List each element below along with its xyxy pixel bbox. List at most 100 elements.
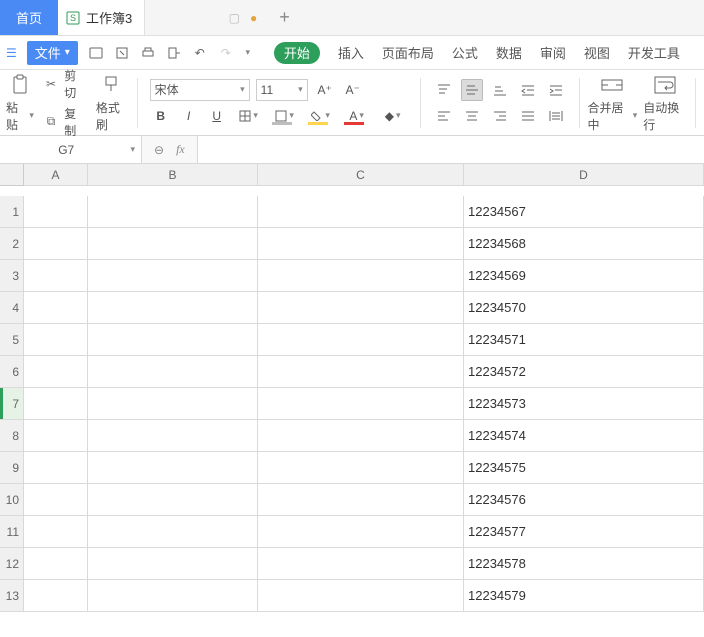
cell[interactable] [24, 548, 88, 580]
font-size-select[interactable]: 11▾ [256, 79, 308, 101]
formula-input[interactable] [197, 136, 704, 163]
column-header[interactable]: B [88, 164, 258, 186]
row-header[interactable]: 12 [0, 548, 24, 580]
ribbon-tab-review[interactable]: 审阅 [540, 43, 566, 62]
align-left-button[interactable] [433, 105, 455, 127]
cell[interactable]: 12234573 [464, 388, 704, 420]
row-header[interactable]: 7 [0, 388, 24, 420]
clear-format-button[interactable]: ◆▾ [378, 105, 408, 127]
tab-preview-icon[interactable]: ▢ [229, 11, 240, 25]
ribbon-tab-formulas[interactable]: 公式 [452, 43, 478, 62]
bold-button[interactable]: B [150, 105, 172, 127]
borders-button[interactable]: ▾ [234, 105, 264, 127]
cell[interactable] [24, 260, 88, 292]
tab-new[interactable]: + [265, 0, 304, 35]
row-header[interactable]: 1 [0, 196, 24, 228]
align-top-button[interactable] [433, 79, 455, 101]
cell[interactable]: 12234574 [464, 420, 704, 452]
align-bottom-button[interactable] [489, 79, 511, 101]
align-center-button[interactable] [461, 105, 483, 127]
cell[interactable]: 12234568 [464, 228, 704, 260]
cell[interactable] [258, 516, 464, 548]
cell[interactable] [88, 260, 258, 292]
print-icon[interactable] [140, 45, 156, 61]
spreadsheet-grid[interactable]: ABCD112234567212234568312234569412234570… [0, 164, 704, 612]
cell[interactable]: 12234577 [464, 516, 704, 548]
cell[interactable] [24, 516, 88, 548]
row-header[interactable]: 13 [0, 580, 24, 612]
merge-center-button[interactable]: 合并居中▾ [587, 73, 637, 133]
font-color-button[interactable]: A▾ [342, 105, 372, 127]
cell[interactable] [258, 196, 464, 228]
column-header[interactable]: A [24, 164, 88, 186]
cell[interactable]: 12234569 [464, 260, 704, 292]
align-middle-button[interactable] [461, 79, 483, 101]
cell[interactable] [258, 452, 464, 484]
row-header[interactable]: 8 [0, 420, 24, 452]
copy-icon[interactable]: ⧉ [44, 114, 58, 130]
cell[interactable] [258, 420, 464, 452]
ribbon-tab-dev[interactable]: 开发工具 [628, 43, 680, 62]
cell[interactable] [24, 356, 88, 388]
row-header[interactable]: 3 [0, 260, 24, 292]
cut-icon[interactable]: ✂ [44, 76, 58, 92]
cell[interactable] [24, 196, 88, 228]
cell[interactable] [88, 484, 258, 516]
paste-button[interactable]: 粘贴▾ [6, 73, 34, 133]
underline-button[interactable]: U [206, 105, 228, 127]
justify-button[interactable] [517, 105, 539, 127]
fx-icon[interactable]: fx [176, 142, 185, 157]
cell[interactable] [258, 580, 464, 612]
row-header[interactable]: 4 [0, 292, 24, 324]
select-all-corner[interactable] [0, 164, 24, 186]
column-header[interactable]: C [258, 164, 464, 186]
cell[interactable] [24, 388, 88, 420]
align-right-button[interactable] [489, 105, 511, 127]
caret-down-icon[interactable]: ▾ [130, 144, 135, 155]
app-menu-icon[interactable]: ☰ [6, 46, 17, 60]
qa-more-icon[interactable]: ▾ [240, 45, 256, 61]
name-box-input[interactable] [6, 143, 126, 157]
tab-home[interactable]: 首页 [0, 0, 58, 35]
row-header[interactable]: 6 [0, 356, 24, 388]
fill-color-button[interactable]: ▾ [306, 105, 336, 127]
cell[interactable] [88, 548, 258, 580]
copy-label[interactable]: 复制 [64, 105, 86, 139]
row-header[interactable]: 9 [0, 452, 24, 484]
ribbon-tab-data[interactable]: 数据 [496, 43, 522, 62]
cell[interactable] [88, 356, 258, 388]
export-icon[interactable] [166, 45, 182, 61]
cell[interactable]: 12234570 [464, 292, 704, 324]
decrease-font-button[interactable]: A⁻ [342, 79, 364, 101]
italic-button[interactable]: I [178, 105, 200, 127]
cell[interactable] [88, 452, 258, 484]
cut-label[interactable]: 剪切 [64, 67, 86, 101]
cell[interactable] [88, 196, 258, 228]
cell[interactable] [88, 228, 258, 260]
cell[interactable] [258, 548, 464, 580]
undo-icon[interactable]: ↶ [192, 45, 208, 61]
save-icon[interactable] [88, 45, 104, 61]
cell[interactable] [258, 260, 464, 292]
decrease-indent-button[interactable] [517, 79, 539, 101]
format-painter-button[interactable]: 格式刷 [96, 73, 129, 133]
wrap-text-button[interactable]: 自动换行 [643, 73, 687, 133]
cell[interactable]: 12234567 [464, 196, 704, 228]
cell[interactable]: 12234576 [464, 484, 704, 516]
print-preview-icon[interactable] [114, 45, 130, 61]
cell[interactable] [24, 228, 88, 260]
cell[interactable] [258, 388, 464, 420]
cell[interactable] [258, 356, 464, 388]
cell[interactable] [24, 420, 88, 452]
cell[interactable] [88, 580, 258, 612]
cell[interactable] [24, 452, 88, 484]
cell[interactable]: 12234579 [464, 580, 704, 612]
tab-workbook[interactable]: S 工作簿3 [58, 0, 145, 35]
name-box[interactable]: ▾ [0, 136, 142, 163]
ribbon-tab-start[interactable]: 开始 [274, 42, 320, 64]
cell[interactable]: 12234578 [464, 548, 704, 580]
ribbon-tab-view[interactable]: 视图 [584, 43, 610, 62]
cancel-formula-icon[interactable]: ⊖ [154, 143, 164, 157]
cell[interactable] [88, 324, 258, 356]
font-name-select[interactable]: 宋体▾ [150, 79, 250, 101]
